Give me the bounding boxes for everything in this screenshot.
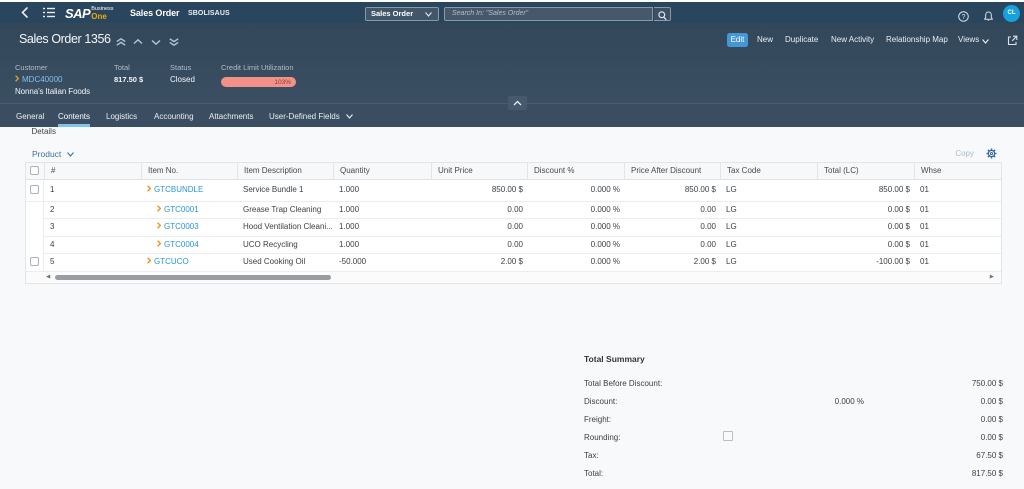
svg-text:?: ? xyxy=(962,14,966,21)
